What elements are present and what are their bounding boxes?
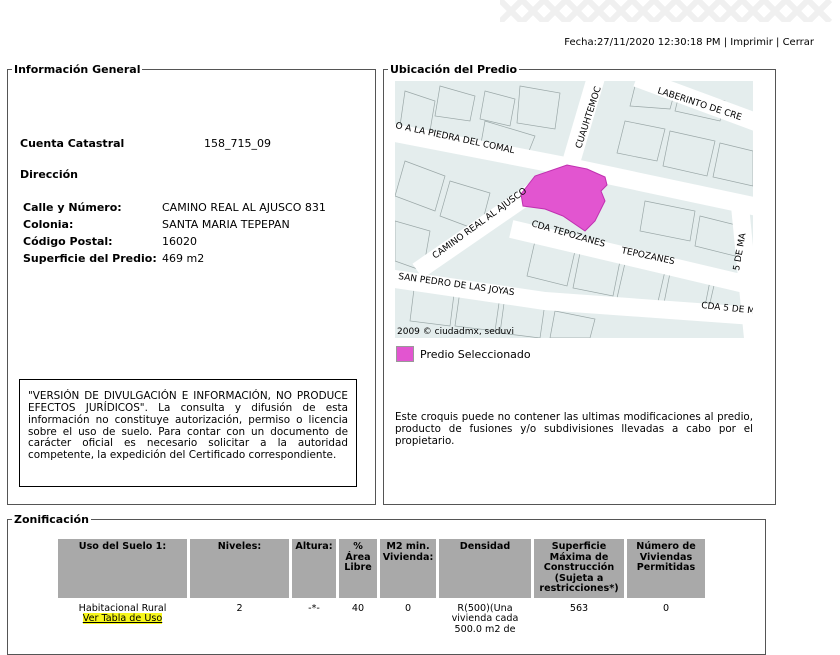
direccion-label: Dirección xyxy=(20,168,78,181)
header-altura: Altura: xyxy=(292,539,336,598)
separator: | xyxy=(723,37,728,48)
zoning-header-row: Uso del Suelo 1: Niveles: Altura: % Área… xyxy=(58,539,705,598)
superficie-label: Superficie del Predio: xyxy=(23,252,157,265)
cell-uso: Habitacional Rural Ver Tabla de Uso xyxy=(58,601,187,639)
header-m2-min: M2 min. Vivienda: xyxy=(380,539,436,598)
cell-area-libre: 40 xyxy=(351,602,365,614)
location-map[interactable]: CUAUHTEMOC LABERINTO DE CRE O A LA PIEDR… xyxy=(395,81,753,338)
map-note: Este croquis puede no contener las ultim… xyxy=(395,411,753,448)
zoning-table: Uso del Suelo 1: Niveles: Altura: % Área… xyxy=(55,536,708,641)
cell-densidad: R(500)(Una vivienda cada 500.0 m2 de xyxy=(451,602,519,635)
header-area-libre: % Área Libre xyxy=(339,539,377,598)
cell-superficie-max: 563 xyxy=(569,602,589,614)
map-legend: Predio Seleccionado xyxy=(396,346,531,362)
colonia-label: Colonia: xyxy=(23,218,74,231)
cp-value: 16020 xyxy=(162,235,197,248)
cell-m2-min: 0 xyxy=(404,602,412,614)
header-densidad: Densidad xyxy=(439,539,531,598)
cell-num-viviendas: 0 xyxy=(662,602,670,614)
header-superficie-max: Superficie Máxima de Construcción (Sujet… xyxy=(534,539,624,598)
zoning-title: Zonificación xyxy=(14,513,89,526)
map-copyright: 2009 © ciudadmx, seduvi xyxy=(397,327,514,337)
colonia-value: SANTA MARIA TEPEPAN xyxy=(162,218,290,231)
cell-altura: -*- xyxy=(308,602,320,614)
cell-niveles: 2 xyxy=(236,602,243,614)
calle-label: Calle y Número: xyxy=(23,201,122,214)
location-title: Ubicación del Predio xyxy=(390,63,518,76)
location-panel: Ubicación del Predio CUAUHTEMOC LABERINT… xyxy=(383,63,776,505)
cuenta-label: Cuenta Catastral xyxy=(20,137,125,150)
separator: | xyxy=(776,37,780,48)
disclaimer-box: "VERSIÓN DE DIVULGACIÓN E INFORMACIÓN, N… xyxy=(19,379,357,487)
header-uso-suelo: Uso del Suelo 1: xyxy=(58,539,187,598)
close-link[interactable]: Cerrar xyxy=(783,37,814,48)
print-link[interactable]: Imprimir xyxy=(730,37,773,48)
parcel-swatch xyxy=(396,346,414,362)
general-info-panel: Información General Cuenta Catastral 158… xyxy=(7,63,376,505)
calle-value: CAMINO REAL AL AJUSCO 831 xyxy=(162,201,326,214)
cp-label: Código Postal: xyxy=(23,235,113,248)
map-legend-label: Predio Seleccionado xyxy=(420,347,531,361)
date-stamp: Fecha:27/11/2020 12:30:18 PM xyxy=(564,37,721,48)
table-row: Habitacional Rural Ver Tabla de Uso 2 -*… xyxy=(58,601,705,639)
ver-tabla-link[interactable]: Ver Tabla de Uso xyxy=(82,613,163,625)
header-decoration xyxy=(500,0,840,22)
superficie-value: 469 m2 xyxy=(162,252,205,265)
header-num-viviendas: Número de Viviendas Permitidas xyxy=(627,539,705,598)
zoning-panel: Zonificación Uso del Suelo 1: Niveles: A… xyxy=(7,513,766,655)
general-info-title: Información General xyxy=(14,63,141,76)
cuenta-value: 158_715_09 xyxy=(204,137,271,150)
top-bar: Fecha:27/11/2020 12:30:18 PM | Imprimir … xyxy=(564,37,814,48)
header-niveles: Niveles: xyxy=(190,539,289,598)
